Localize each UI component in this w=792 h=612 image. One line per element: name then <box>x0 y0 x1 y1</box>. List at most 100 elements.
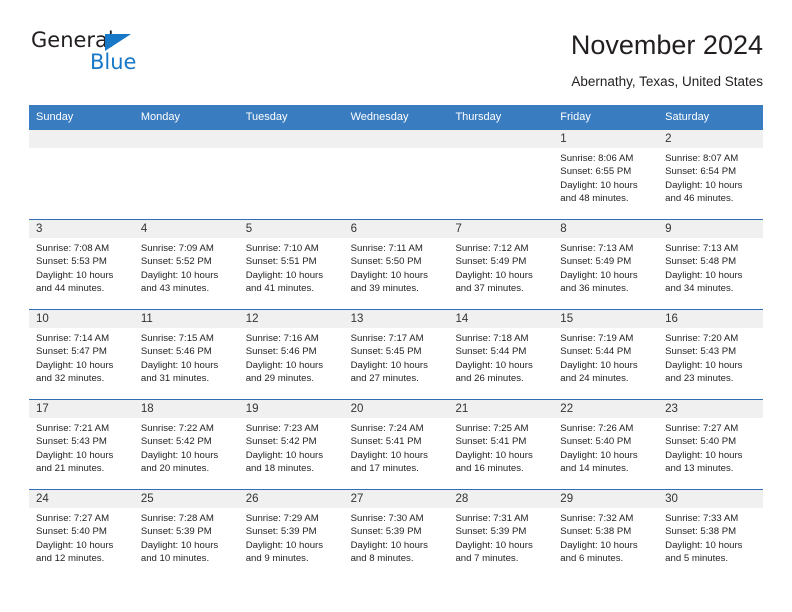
day-number: 19 <box>238 400 344 418</box>
weekday-header-wednesday: Wednesday <box>350 111 409 123</box>
day-cell[interactable]: 9 Sunrise: 7:13 AM Sunset: 5:48 PM Daylight… <box>658 220 764 309</box>
daylight-text-line2: and 5 minutes. <box>665 553 729 565</box>
daylight-text-line1: Daylight: 10 hours <box>350 359 428 371</box>
day-cell[interactable]: 18 Sunrise: 7:22 AM Sunset: 5:42 PM Dayligh… <box>133 400 239 489</box>
day-cell[interactable]: 23 Sunrise: 7:27 AM Sunset: 5:40 PM Dayligh… <box>658 400 764 489</box>
daylight-text-line1: Daylight: 10 hours <box>350 449 428 461</box>
day-cell-empty <box>29 130 134 219</box>
logo-text-general: General <box>31 28 114 52</box>
daylight-text-line2: and 41 minutes. <box>245 283 314 295</box>
daylight-text-line1: Daylight: 10 hours <box>245 269 324 281</box>
sunrise-text: Sunrise: 7:21 AM <box>36 423 110 434</box>
day-cell[interactable]: 29 Sunrise: 7:32 AM Sunset: 5:38 PM Dayligh… <box>553 490 659 579</box>
daylight-text-line1: Daylight: 10 hours <box>455 359 533 371</box>
day-details: Sunrise: 7:18 AM Sunset: 5:44 PM Daylight:… <box>448 328 553 386</box>
day-details: Sunrise: 7:17 AM Sunset: 5:45 PM Daylight:… <box>344 328 449 386</box>
day-cell[interactable]: 17 Sunrise: 7:21 AM Sunset: 5:43 PM Dayligh… <box>29 400 134 489</box>
sunset-text: Sunset: 5:53 PM <box>36 256 107 268</box>
sunset-text: Sunset: 5:51 PM <box>245 256 317 268</box>
day-cell[interactable]: 21 Sunrise: 7:25 AM Sunset: 5:41 PM Dayligh… <box>448 400 554 489</box>
daylight-text-line1: Daylight: 10 hours <box>560 179 638 191</box>
day-number: 8 <box>553 220 659 238</box>
sunrise-text: Sunrise: 7:29 AM <box>245 513 319 524</box>
daylight-text-line2: and 27 minutes. <box>350 373 419 385</box>
daylight-text-line1: Daylight: 10 hours <box>140 539 219 551</box>
daylight-text-line1: Daylight: 10 hours <box>350 269 428 281</box>
day-cell[interactable]: 10 Sunrise: 7:14 AM Sunset: 5:47 PM Dayligh… <box>29 310 134 399</box>
day-details: Sunrise: 8:06 AM Sunset: 6:55 PM Daylight:… <box>553 148 658 206</box>
day-number: 9 <box>658 220 764 238</box>
daylight-text-line2: and 9 minutes. <box>245 553 309 565</box>
title-block: November 2024 Abernathy, Texas, United S… <box>571 28 763 92</box>
day-cell[interactable]: 7 Sunrise: 7:12 AM Sunset: 5:49 PM Daylight… <box>448 220 554 309</box>
day-cell[interactable]: 12 Sunrise: 7:16 AM Sunset: 5:46 PM Dayligh… <box>238 310 344 399</box>
day-cell[interactable]: 16 Sunrise: 7:20 AM Sunset: 5:43 PM Dayligh… <box>658 310 764 399</box>
day-number: 5 <box>238 220 344 238</box>
sunrise-text: Sunrise: 8:07 AM <box>665 153 739 164</box>
day-cell[interactable]: 20 Sunrise: 7:24 AM Sunset: 5:41 PM Dayligh… <box>343 400 449 489</box>
sunset-text: Sunset: 5:40 PM <box>560 436 632 448</box>
daylight-text-line2: and 8 minutes. <box>350 553 414 565</box>
day-cell[interactable]: 27 Sunrise: 7:30 AM Sunset: 5:39 PM Dayligh… <box>343 490 449 579</box>
daylight-text-line1: Daylight: 10 hours <box>350 539 428 551</box>
sunset-text: Sunset: 5:43 PM <box>36 436 107 448</box>
day-cell[interactable]: 2 Sunrise: 8:07 AM Sunset: 6:54 PM Daylight… <box>658 130 764 219</box>
sunrise-text: Sunrise: 7:09 AM <box>140 243 214 254</box>
sunrise-text: Sunrise: 7:10 AM <box>245 243 319 254</box>
day-cell[interactable]: 24 Sunrise: 7:27 AM Sunset: 5:40 PM Dayligh… <box>29 490 134 579</box>
day-number: 30 <box>658 490 764 508</box>
day-cell[interactable]: 8 Sunrise: 7:13 AM Sunset: 5:49 PM Daylight… <box>553 220 659 309</box>
day-cell[interactable]: 30 Sunrise: 7:33 AM Sunset: 5:38 PM Dayligh… <box>658 490 764 579</box>
day-cell[interactable]: 3 Sunrise: 7:08 AM Sunset: 5:53 PM Daylight… <box>29 220 134 309</box>
sunrise-text: Sunrise: 7:11 AM <box>350 243 423 254</box>
sunrise-text: Sunrise: 7:27 AM <box>665 423 739 434</box>
day-cell[interactable]: 6 Sunrise: 7:11 AM Sunset: 5:50 PM Daylight… <box>343 220 449 309</box>
day-details: Sunrise: 7:25 AM Sunset: 5:41 PM Daylight:… <box>448 418 553 476</box>
day-cell[interactable]: 25 Sunrise: 7:28 AM Sunset: 5:39 PM Dayligh… <box>133 490 239 579</box>
day-number: 17 <box>29 400 134 418</box>
daylight-text-line1: Daylight: 10 hours <box>665 359 743 371</box>
daylight-text-line1: Daylight: 10 hours <box>665 179 743 191</box>
day-cell[interactable]: 11 Sunrise: 7:15 AM Sunset: 5:46 PM Dayligh… <box>133 310 239 399</box>
day-details: Sunrise: 7:27 AM Sunset: 5:40 PM Daylight:… <box>29 508 134 566</box>
day-cell[interactable]: 19 Sunrise: 7:23 AM Sunset: 5:42 PM Dayligh… <box>238 400 344 489</box>
day-cell[interactable]: 14 Sunrise: 7:18 AM Sunset: 5:44 PM Dayligh… <box>448 310 554 399</box>
sunrise-text: Sunrise: 7:20 AM <box>665 333 739 344</box>
day-details: Sunrise: 7:14 AM Sunset: 5:47 PM Daylight:… <box>29 328 134 386</box>
sunset-text: Sunset: 6:54 PM <box>665 166 737 178</box>
day-number: 24 <box>29 490 134 508</box>
daylight-text-line1: Daylight: 10 hours <box>455 449 533 461</box>
day-details: Sunrise: 7:28 AM Sunset: 5:39 PM Daylight:… <box>134 508 239 566</box>
day-cell[interactable]: 5 Sunrise: 7:10 AM Sunset: 5:51 PM Daylight… <box>238 220 344 309</box>
page-header: General Blue November 2024 Abernathy, Te… <box>29 28 763 100</box>
weekday-header-monday: Monday <box>140 111 180 123</box>
daylight-text-line1: Daylight: 10 hours <box>36 449 114 461</box>
page-subtitle: Abernathy, Texas, United States <box>571 74 763 89</box>
sunrise-text: Sunrise: 7:24 AM <box>350 423 424 434</box>
day-cell[interactable]: 13 Sunrise: 7:17 AM Sunset: 5:45 PM Dayligh… <box>343 310 449 399</box>
day-cell[interactable]: 4 Sunrise: 7:09 AM Sunset: 5:52 PM Daylight… <box>133 220 239 309</box>
daylight-text-line1: Daylight: 10 hours <box>560 449 638 461</box>
sunset-text: Sunset: 5:40 PM <box>665 436 737 448</box>
day-cell-empty <box>238 130 344 219</box>
daylight-text-line2: and 6 minutes. <box>560 553 624 565</box>
sunset-text: Sunset: 5:52 PM <box>140 256 212 268</box>
day-number: 25 <box>133 490 239 508</box>
sunrise-text: Sunrise: 7:26 AM <box>560 423 634 434</box>
daylight-text-line2: and 16 minutes. <box>455 463 524 475</box>
day-cell[interactable]: 1 Sunrise: 8:06 AM Sunset: 6:55 PM Daylight… <box>553 130 659 219</box>
day-cell[interactable]: 28 Sunrise: 7:31 AM Sunset: 5:39 PM Dayligh… <box>448 490 554 579</box>
daylight-text-line1: Daylight: 10 hours <box>36 269 114 281</box>
day-details: Sunrise: 7:09 AM Sunset: 5:52 PM Daylight:… <box>134 238 239 296</box>
day-cell[interactable]: 15 Sunrise: 7:19 AM Sunset: 5:44 PM Dayligh… <box>553 310 659 399</box>
day-cell[interactable]: 26 Sunrise: 7:29 AM Sunset: 5:39 PM Dayligh… <box>238 490 344 579</box>
sunset-text: Sunset: 5:39 PM <box>455 526 527 538</box>
day-cell[interactable]: 22 Sunrise: 7:26 AM Sunset: 5:40 PM Dayligh… <box>553 400 659 489</box>
sunrise-text: Sunrise: 7:17 AM <box>350 333 424 344</box>
calendar-grid: Sunday Monday Tuesday Wednesday Thursday Frid… <box>29 105 764 579</box>
weekday-header-friday: Friday <box>560 111 591 123</box>
daylight-text-line2: and 43 minutes. <box>140 283 210 295</box>
day-number: 15 <box>553 310 659 328</box>
sunset-text: Sunset: 5:41 PM <box>350 436 422 448</box>
day-details: Sunrise: 7:13 AM Sunset: 5:49 PM Daylight:… <box>553 238 658 296</box>
